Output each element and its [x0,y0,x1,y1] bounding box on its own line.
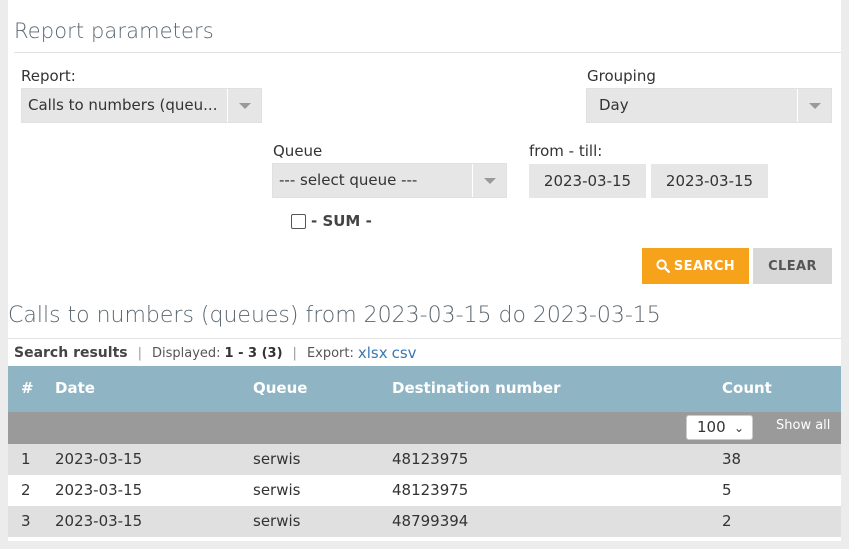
sum-option: - SUM - [291,212,372,230]
table-row[interactable]: 3 2023-03-15 serwis 48799394 2 [8,506,841,537]
cell-date: 2023-03-15 [55,512,143,530]
cell-count: 38 [722,450,742,468]
separator: | [137,345,142,361]
report-select[interactable]: Calls to numbers (queu... [21,88,262,123]
chevron-down-icon: ⌄ [733,421,744,435]
displayed-label: Displayed: [151,345,221,361]
separator: | [292,345,297,361]
results-title: Calls to numbers (queues) from 2023-03-1… [8,303,661,328]
column-header-index[interactable]: # [21,379,34,397]
cell-count: 2 [722,512,732,530]
column-header-destination[interactable]: Destination number [392,379,560,397]
cell-index: 2 [21,481,31,499]
caret-down-icon [472,164,506,197]
cell-queue: serwis [253,450,301,468]
cell-date: 2023-03-15 [55,481,143,499]
search-icon [656,259,670,273]
export-xlsx-link[interactable]: xlsx [358,344,388,362]
grouping-select-value: Day [599,96,629,114]
page-size-select[interactable]: 100 ⌄ [686,415,753,440]
grouping-select[interactable]: Day [586,88,832,123]
queue-select[interactable]: --- select queue --- [272,163,507,198]
queue-label: Queue [273,142,323,160]
search-button[interactable]: SEARCH [642,248,749,284]
cell-index: 3 [21,512,31,530]
report-page: Report parameters Report: Calls to numbe… [8,0,841,541]
from-date-input[interactable]: 2023-03-15 [529,164,646,198]
column-header-queue[interactable]: Queue [253,379,307,397]
cell-index: 1 [21,450,31,468]
search-results-heading: Search results [14,345,128,361]
cell-destination: 48123975 [392,481,469,499]
caret-down-icon [797,89,831,122]
cell-count: 5 [722,481,732,499]
export-label: Export: [306,345,354,361]
results-info-bar: Search results | Displayed: 1 - 3 (3) | … [14,344,417,362]
page-title: Report parameters [14,19,214,43]
table-row[interactable]: 1 2023-03-15 serwis 48123975 38 [8,444,841,475]
cell-date: 2023-03-15 [55,450,143,468]
grouping-label: Grouping [587,67,656,85]
report-select-value: Calls to numbers (queu... [28,96,218,114]
report-label: Report: [21,67,76,85]
column-header-date[interactable]: Date [55,379,95,397]
sum-checkbox[interactable] [291,213,306,229]
export-csv-link[interactable]: csv [392,344,417,362]
results-divider [8,338,841,339]
caret-down-icon [227,89,261,122]
till-date-input[interactable]: 2023-03-15 [651,164,768,198]
cell-destination: 48799394 [392,512,469,530]
search-button-label: SEARCH [673,258,736,274]
table-row[interactable]: 2 2023-03-15 serwis 48123975 5 [8,475,841,506]
column-header-count[interactable]: Count [722,379,772,397]
displayed-count: 1 - 3 (3) [224,345,283,361]
queue-select-value: --- select queue --- [279,171,418,189]
date-range-label: from - till: [529,142,603,160]
title-divider [14,52,841,53]
clear-button[interactable]: CLEAR [753,248,832,284]
results-table-header: # Date Queue Destination number Count [8,366,841,412]
pagination-bar: 100 ⌄ Show all [8,412,841,444]
cell-destination: 48123975 [392,450,469,468]
show-all-link[interactable]: Show all [776,418,830,433]
cell-queue: serwis [253,481,301,499]
cell-queue: serwis [253,512,301,530]
sum-checkbox-label[interactable]: - SUM - [311,212,372,230]
page-size-value: 100 [697,418,726,436]
